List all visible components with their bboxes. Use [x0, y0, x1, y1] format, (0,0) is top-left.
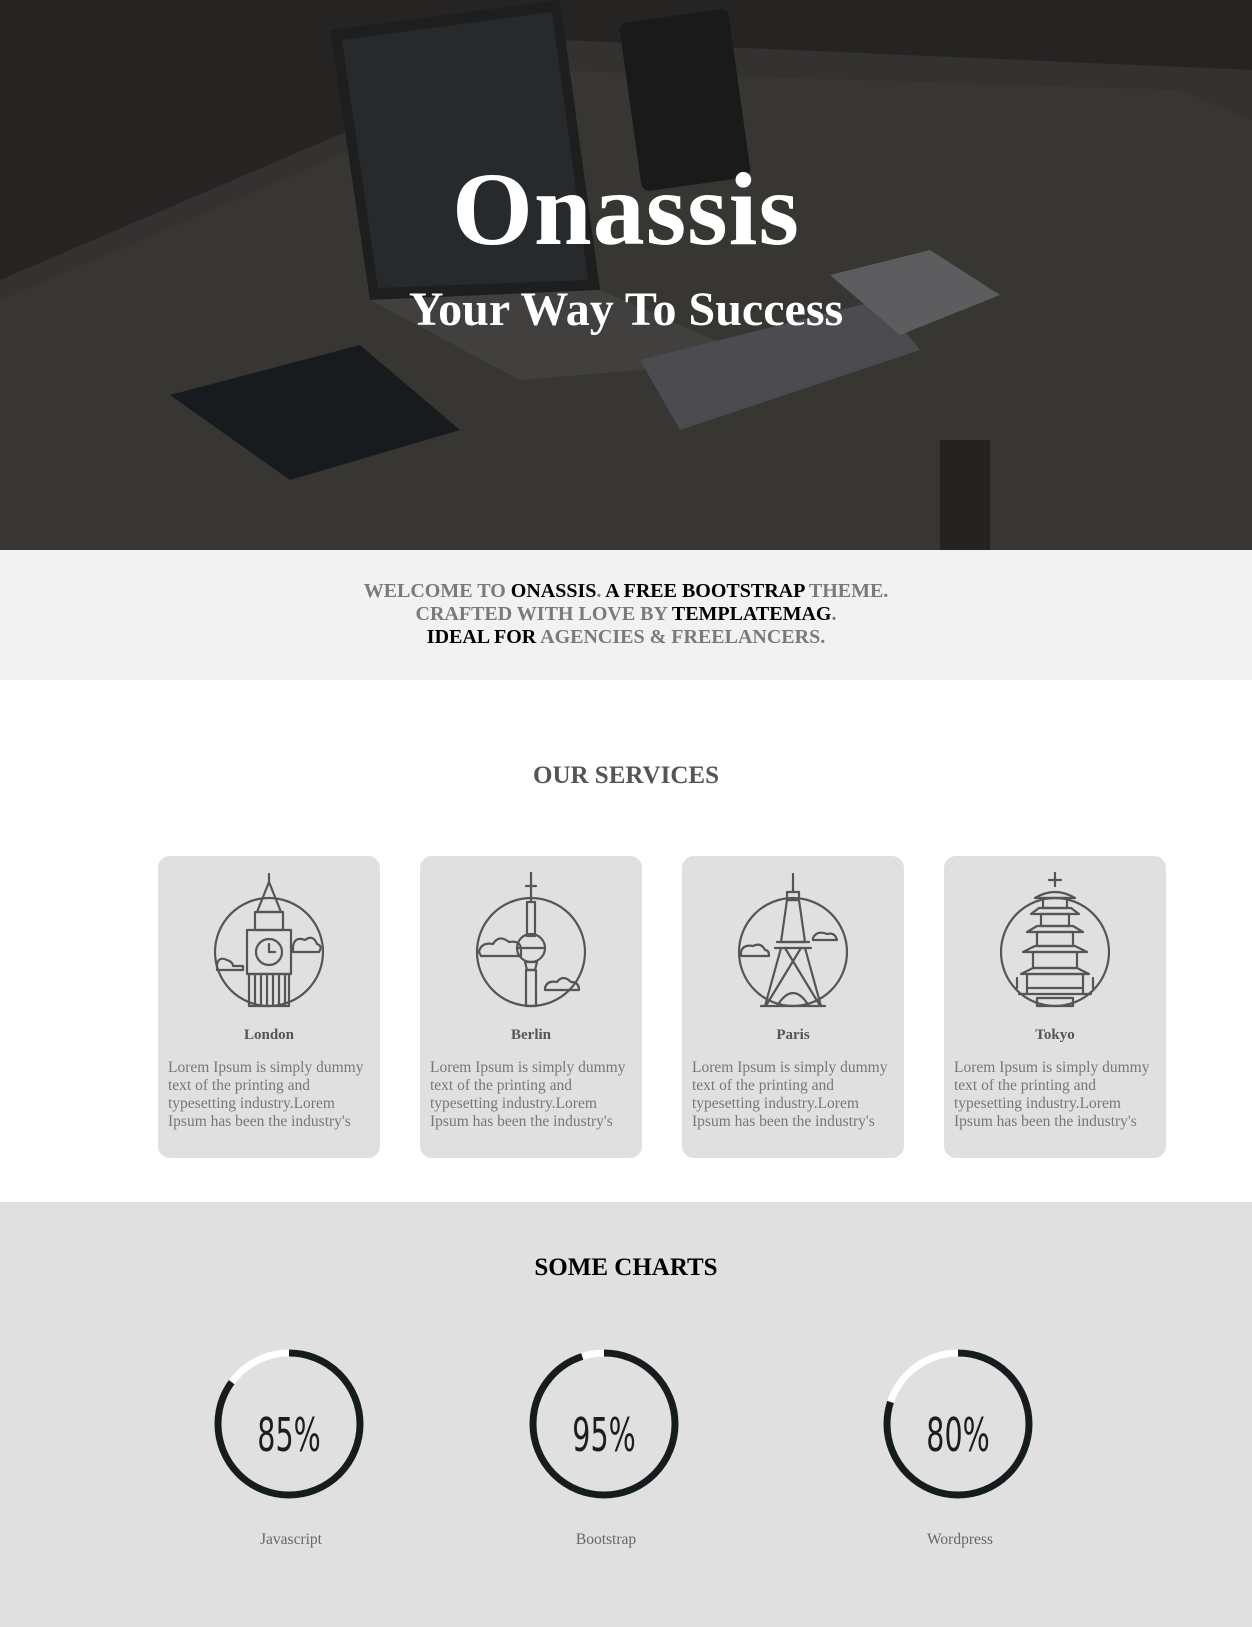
service-card-berlin: Berlin Lorem Ipsum is simply dummy text …	[420, 856, 642, 1158]
services-title: OUR SERVICES	[533, 762, 719, 789]
big-ben-icon	[213, 872, 325, 1008]
pagoda-icon	[999, 872, 1111, 1008]
welcome-line-1: WELCOME TO ONASSIS. A FREE BOOTSTRAP THE…	[0, 580, 1252, 603]
welcome-text-strong: IDEAL FOR	[426, 626, 537, 648]
tv-tower-icon	[475, 872, 587, 1008]
services-cards: London Lorem Ipsum is simply dummy text …	[158, 856, 1168, 1158]
service-description: Lorem Ipsum is simply dummy text of the …	[430, 1059, 626, 1130]
hero-subtitle: Your Way To Success	[408, 283, 844, 336]
service-card-london: London Lorem Ipsum is simply dummy text …	[158, 856, 380, 1158]
welcome-text-strong: TEMPLATEMAG	[671, 603, 832, 625]
charts-section: SOME CHARTS 85% Javascript 95% Bootstrap…	[0, 1202, 1252, 1627]
service-city: Tokyo	[1035, 1027, 1075, 1043]
service-description: Lorem Ipsum is simply dummy text of the …	[692, 1059, 888, 1130]
chart-percent: 95%	[572, 1408, 636, 1462]
chart-label: Wordpress	[927, 1531, 993, 1548]
service-card-tokyo: Tokyo Lorem Ipsum is simply dummy text o…	[944, 856, 1166, 1158]
charts-title: SOME CHARTS	[534, 1254, 718, 1281]
service-card-paris: Paris Lorem Ipsum is simply dummy text o…	[682, 856, 904, 1158]
hero-section: Onassis Your Way To Success	[0, 0, 1252, 550]
welcome-text: AGENCIES & FREELANCERS.	[536, 626, 826, 648]
chart-bootstrap: 95% Bootstrap	[521, 1346, 691, 1549]
eiffel-tower-icon	[737, 872, 849, 1008]
services-section: OUR SERVICES London Lorem Ipsum is simpl…	[0, 680, 1252, 1202]
welcome-text: CRAFTED WITH LOVE BY	[415, 603, 672, 625]
welcome-line-3: IDEAL FOR AGENCIES & FREELANCERS.	[0, 626, 1252, 649]
service-description: Lorem Ipsum is simply dummy text of the …	[954, 1059, 1150, 1130]
service-city: Paris	[776, 1027, 810, 1043]
welcome-text: THEME.	[804, 580, 889, 602]
service-city: Berlin	[511, 1027, 551, 1043]
chart-label: Bootstrap	[575, 1531, 637, 1548]
chart-javascript: 85% Javascript	[206, 1346, 376, 1549]
chart-wordpress: 80% Wordpress	[875, 1346, 1045, 1549]
hero-title: Onassis	[451, 152, 801, 267]
chart-percent: 85%	[257, 1408, 321, 1462]
service-city: London	[243, 1027, 295, 1043]
welcome-section: WELCOME TO ONASSIS. A FREE BOOTSTRAP THE…	[0, 550, 1252, 680]
welcome-text: .	[831, 603, 837, 625]
service-description: Lorem Ipsum is simply dummy text of the …	[168, 1059, 364, 1130]
hero-background-image	[0, 0, 1252, 550]
chart-label: Javascript	[260, 1531, 322, 1548]
welcome-text: WELCOME TO	[363, 580, 511, 602]
welcome-text-strong: A FREE BOOTSTRAP	[605, 580, 805, 602]
welcome-text: .	[596, 580, 606, 602]
chart-percent: 80%	[926, 1408, 990, 1462]
welcome-line-2: CRAFTED WITH LOVE BY TEMPLATEMAG.	[0, 603, 1252, 626]
welcome-text-strong: ONASSIS	[510, 580, 597, 602]
